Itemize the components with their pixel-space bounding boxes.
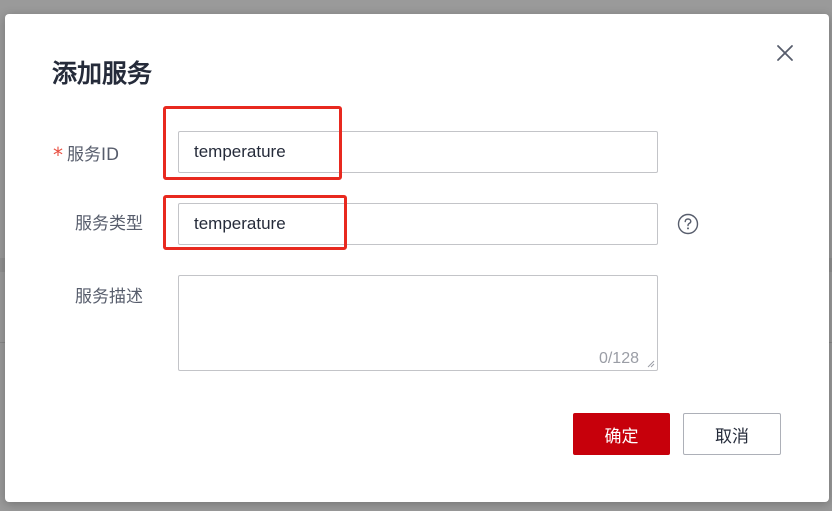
close-button[interactable] [773, 41, 797, 65]
service-description-box: 0/128 [178, 275, 658, 371]
question-circle-icon [677, 213, 699, 235]
char-count: 0/128 [598, 350, 639, 367]
cancel-button[interactable]: 取消 [683, 413, 781, 455]
service-id-label-group: * 服务ID [53, 142, 119, 166]
required-mark: * [53, 143, 63, 167]
service-type-input[interactable] [178, 203, 658, 245]
service-type-label: 服务类型 [75, 214, 143, 234]
confirm-button[interactable]: 确定 [573, 413, 670, 455]
service-description-label: 服务描述 [75, 287, 143, 307]
close-icon [777, 45, 793, 61]
service-id-input[interactable] [178, 131, 658, 173]
service-id-label: 服务ID [67, 145, 120, 165]
service-description-textarea[interactable] [179, 276, 657, 370]
dialog-title: 添加服务 [52, 59, 153, 88]
add-service-dialog: 添加服务 *服务ID 服务类型 服务描述 0/128 确定 取消 [5, 14, 829, 502]
help-button[interactable] [677, 213, 699, 235]
resize-handle-icon[interactable] [645, 358, 655, 368]
